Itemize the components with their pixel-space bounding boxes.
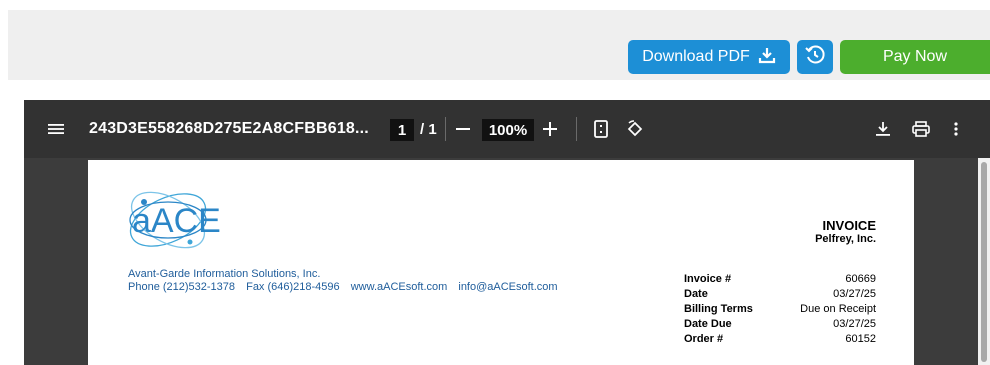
customer-name: Pelfrey, Inc. [815,233,876,245]
print-icon[interactable] [912,100,932,158]
total-pages: 1 [428,120,437,138]
download-icon [758,46,776,69]
detail-value: 60669 [845,273,876,285]
detail-value: 60152 [845,333,876,345]
page-count: / 1 [420,100,437,158]
page-number-input[interactable]: 1 [390,119,414,141]
toolbar-divider [576,117,577,141]
detail-label: Date Due [684,318,732,330]
company-name: Avant-Garde Information Solutions, Inc. [128,268,321,280]
zoom-level-input[interactable]: 100% [482,119,534,141]
download-pdf-button[interactable]: Download PDF [628,40,790,74]
detail-row: Date Due 03/27/25 [684,317,876,332]
invoice-details: Invoice # 60669 Date 03/27/25 Billing Te… [684,272,876,347]
detail-row: Billing Terms Due on Receipt [684,302,876,317]
company-logo: aACE [120,180,240,260]
pay-now-button[interactable]: Pay Now [840,40,990,74]
vertical-scrollbar[interactable] [978,158,990,365]
page-separator: / [420,120,425,138]
history-button[interactable] [797,40,833,74]
toolbar-divider [445,117,446,141]
menu-icon[interactable] [48,100,68,158]
detail-value: 03/27/25 [833,318,876,330]
detail-value: Due on Receipt [800,303,876,315]
company-website: www.aACEsoft.com [350,281,448,293]
pdf-filename: 243D3E558268D275E2A8CFBB618... [89,120,369,137]
history-icon [804,44,826,71]
detail-row: Order # 60152 [684,332,876,347]
document-title: INVOICE [822,218,876,233]
zoom-in-icon[interactable] [543,100,559,158]
pdf-page: aACE Avant-Garde Information Solutions, … [88,160,914,365]
pdf-toolbar: 243D3E558268D275E2A8CFBB618... 1 / 1 100… [24,100,990,158]
more-options-icon[interactable] [954,100,960,158]
detail-row: Invoice # 60669 [684,272,876,287]
scrollbar-thumb[interactable] [981,162,987,362]
logo-text: aACE [132,202,221,240]
download-pdf-label: Download PDF [642,48,750,65]
company-fax: Fax (646)218-4596 [246,281,340,293]
company-info: Avant-Garde Information Solutions, Inc. … [128,268,558,294]
detail-label: Order # [684,333,724,345]
rotate-icon[interactable] [626,100,644,158]
pdf-viewer: 243D3E558268D275E2A8CFBB618... 1 / 1 100… [24,100,990,365]
detail-label: Date [684,288,708,300]
detail-label: Invoice # [684,273,732,285]
detail-value: 03/27/25 [833,288,876,300]
zoom-out-icon[interactable] [456,100,472,158]
download-icon[interactable] [876,100,892,158]
fit-page-icon[interactable] [594,100,610,158]
detail-label: Billing Terms [684,303,753,315]
company-email: info@aACEsoft.com [458,281,558,293]
detail-row: Date 03/27/25 [684,287,876,302]
company-phone: Phone (212)532-1378 [128,281,236,293]
